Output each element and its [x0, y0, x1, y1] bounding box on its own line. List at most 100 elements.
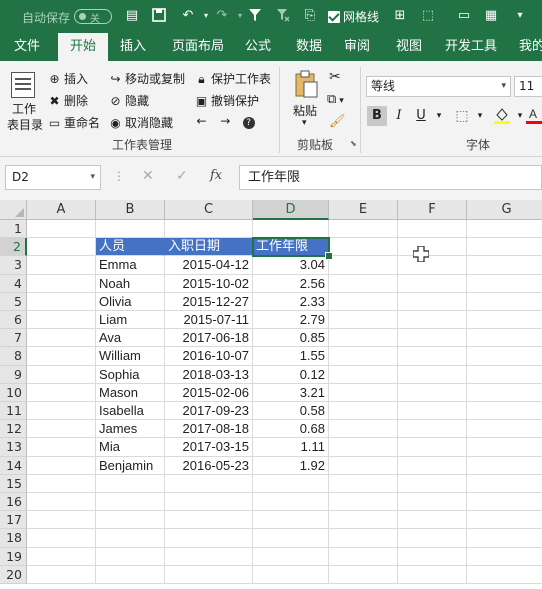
cell[interactable] [329, 474, 398, 493]
delete-sheet-button[interactable]: ✖ 删除 [48, 92, 88, 109]
undo-icon[interactable]: ↶ [180, 8, 196, 24]
cell[interactable] [398, 256, 467, 275]
cell[interactable] [398, 329, 467, 348]
cell[interactable] [96, 493, 165, 512]
cell[interactable] [27, 420, 96, 439]
cell[interactable] [398, 456, 467, 475]
table-cell[interactable]: 2017-03-15 [165, 438, 253, 457]
row-header-6[interactable]: 6 [0, 311, 27, 330]
more-options-icon[interactable]: ⋮ [113, 169, 125, 183]
cell[interactable] [329, 402, 398, 421]
table-cell[interactable]: Noah [96, 274, 165, 293]
row-header-19[interactable]: 19 [0, 547, 27, 566]
cell[interactable] [165, 474, 253, 493]
row-header-2[interactable]: 2 [0, 238, 27, 257]
cell[interactable] [329, 220, 398, 239]
unprotect-button[interactable]: ▣ 撤销保护 [195, 92, 259, 109]
tab-review[interactable]: 审阅 [337, 33, 377, 61]
row-header-5[interactable]: 5 [0, 292, 27, 311]
cell[interactable] [467, 475, 542, 493]
table-cell[interactable]: 2015-04-12 [165, 256, 253, 275]
table-cell[interactable]: 1.55 [253, 347, 329, 366]
cell[interactable] [329, 347, 398, 366]
cell[interactable] [253, 547, 329, 566]
window-icon[interactable]: ▭ [456, 8, 472, 24]
table-cell[interactable]: 3.21 [253, 383, 329, 402]
convert-icon[interactable]: ⎘ [302, 8, 318, 24]
cell[interactable] [253, 220, 329, 239]
table-cell[interactable]: 2017-08-18 [165, 420, 253, 439]
unhide-sheet-button[interactable]: ◉ 取消隐藏 [109, 114, 173, 131]
cell[interactable] [329, 311, 398, 330]
tab-developer[interactable]: 开发工具 [440, 33, 502, 61]
bold-button[interactable]: B [367, 106, 387, 126]
tab-my[interactable]: 我的 [512, 33, 542, 61]
cell[interactable] [398, 565, 467, 584]
cell[interactable] [329, 274, 398, 293]
cell[interactable] [96, 511, 165, 530]
table-cell[interactable]: Sophia [96, 365, 165, 384]
cell[interactable] [398, 420, 467, 439]
table-cell[interactable]: Liam [96, 311, 165, 330]
cancel-icon[interactable]: ✕ [142, 168, 154, 184]
cell[interactable] [96, 474, 165, 493]
arrow-right-icon[interactable]: → [219, 114, 232, 128]
cell[interactable] [398, 493, 467, 512]
paste-button[interactable]: 粘贴 [293, 102, 317, 119]
column-header-f[interactable]: F [398, 200, 467, 220]
cell[interactable] [467, 384, 542, 402]
table-header-cell[interactable]: 人员 [96, 238, 165, 257]
row-header-8[interactable]: 8 [0, 347, 27, 366]
table-cell[interactable]: 2016-10-07 [165, 347, 253, 366]
column-header-g[interactable]: G [467, 200, 542, 220]
row-header-4[interactable]: 4 [0, 274, 27, 293]
table-cell[interactable]: 2015-10-02 [165, 274, 253, 293]
cell[interactable] [96, 565, 165, 584]
table-cell[interactable]: 2015-02-06 [165, 383, 253, 402]
row-header-9[interactable]: 9 [0, 365, 27, 384]
table-cell[interactable]: 2.33 [253, 292, 329, 311]
tab-page-layout[interactable]: 页面布局 [165, 33, 231, 61]
insert-sheet-button[interactable]: ⊕ 插入 [48, 70, 88, 87]
cell[interactable] [27, 474, 96, 493]
cell[interactable] [27, 292, 96, 311]
table-cell[interactable]: 2015-12-27 [165, 292, 253, 311]
cell[interactable] [329, 493, 398, 512]
underline-dropdown-icon[interactable]: ▾ [429, 106, 449, 126]
row-header-1[interactable]: 1 [0, 220, 27, 239]
cell[interactable] [398, 220, 467, 239]
row-header-18[interactable]: 18 [0, 529, 27, 548]
cell[interactable] [329, 565, 398, 584]
cell[interactable] [329, 456, 398, 475]
table-cell[interactable]: 0.12 [253, 365, 329, 384]
row-header-17[interactable]: 17 [0, 511, 27, 530]
redo-dropdown-icon[interactable]: ▾ [232, 8, 248, 24]
cell[interactable] [329, 292, 398, 311]
row-header-10[interactable]: 10 [0, 383, 27, 402]
cell[interactable] [165, 511, 253, 530]
cell[interactable] [398, 547, 467, 566]
format-painter-icon[interactable]: 🖌︎ [329, 114, 346, 129]
table-header-cell[interactable]: 入职日期 [165, 238, 253, 257]
form-icon[interactable]: ▦ [483, 8, 499, 24]
cell[interactable] [398, 402, 467, 421]
cell[interactable] [165, 493, 253, 512]
save-icon[interactable] [151, 8, 167, 24]
table-cell[interactable]: William [96, 347, 165, 366]
cell[interactable] [467, 402, 542, 421]
cell[interactable] [27, 220, 96, 239]
cell[interactable] [329, 383, 398, 402]
font-name-select[interactable]: 等线 ▾ [366, 76, 511, 97]
protect-sheet-button[interactable]: 🔒︎ 保护工作表 [195, 70, 271, 87]
tab-formulas[interactable]: 公式 [238, 33, 278, 61]
cell[interactable] [329, 329, 398, 348]
clipboard-launcher-icon[interactable]: ⬊ [350, 139, 357, 148]
tab-home[interactable]: 开始 [58, 33, 108, 61]
table-cell[interactable]: Mason [96, 383, 165, 402]
table-cell[interactable]: 2.56 [253, 274, 329, 293]
cut-icon[interactable]: ✂ [329, 69, 341, 85]
fill-color-icon[interactable] [492, 106, 512, 126]
table-cell[interactable]: 0.68 [253, 420, 329, 439]
cell[interactable] [253, 511, 329, 530]
cell[interactable] [27, 256, 96, 275]
